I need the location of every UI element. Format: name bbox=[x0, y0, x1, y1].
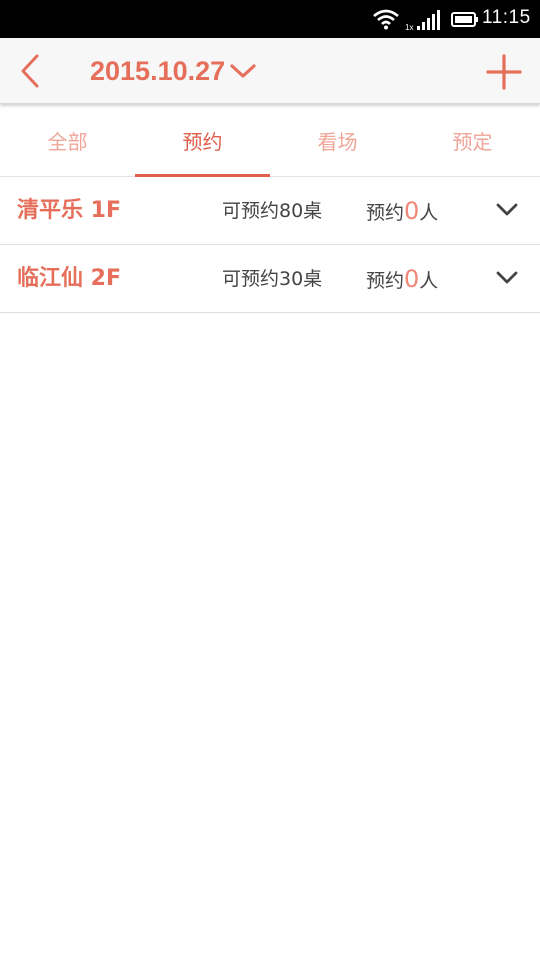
tab-viewing[interactable]: 看场 bbox=[270, 104, 405, 176]
back-icon[interactable] bbox=[10, 50, 50, 92]
date-selector[interactable]: 2015.10.27 bbox=[90, 53, 257, 89]
battery-icon bbox=[451, 12, 478, 27]
date-label: 2015.10.27 bbox=[90, 55, 226, 86]
reserved-suffix: 人 bbox=[419, 202, 439, 224]
app-header: 2015.10.27 bbox=[0, 38, 540, 104]
reserved-prefix: 预约 bbox=[366, 270, 405, 292]
wifi-icon bbox=[373, 9, 399, 30]
available-tables: 可预约30桌 bbox=[222, 268, 323, 290]
reserved-number: 0 bbox=[404, 197, 420, 225]
tab-bar: 全部 预约 看场 预定 bbox=[0, 104, 540, 177]
signal-label: 1x bbox=[405, 23, 413, 32]
reserved-prefix: 预约 bbox=[366, 202, 405, 224]
chevron-down-icon bbox=[230, 64, 256, 78]
tab-all[interactable]: 全部 bbox=[0, 104, 135, 176]
available-tables: 可预约80桌 bbox=[222, 200, 323, 222]
reserved-suffix: 人 bbox=[419, 270, 439, 292]
add-icon[interactable] bbox=[484, 52, 524, 92]
status-time: 11:15 bbox=[482, 7, 531, 28]
reserved-count: 预约0人 bbox=[366, 245, 438, 315]
list-item[interactable]: 清平乐 1F 可预约80桌 预约0人 bbox=[0, 177, 540, 245]
signal-icon: 1x bbox=[405, 10, 440, 32]
reserved-number: 0 bbox=[404, 265, 420, 293]
reserved-count: 预约0人 bbox=[366, 177, 438, 247]
status-bar: 1x 11:15 bbox=[0, 0, 540, 38]
tab-reservation[interactable]: 预约 bbox=[135, 104, 270, 177]
venue-list: 清平乐 1F 可预约80桌 预约0人 临江仙 2F 可预约30桌 预约0人 bbox=[0, 177, 540, 313]
venue-name: 临江仙 2F bbox=[17, 266, 121, 291]
tab-booked[interactable]: 预定 bbox=[405, 104, 540, 176]
chevron-down-icon[interactable] bbox=[496, 269, 518, 287]
list-item[interactable]: 临江仙 2F 可预约30桌 预约0人 bbox=[0, 245, 540, 313]
venue-name: 清平乐 1F bbox=[17, 198, 121, 223]
chevron-down-icon[interactable] bbox=[496, 201, 518, 219]
